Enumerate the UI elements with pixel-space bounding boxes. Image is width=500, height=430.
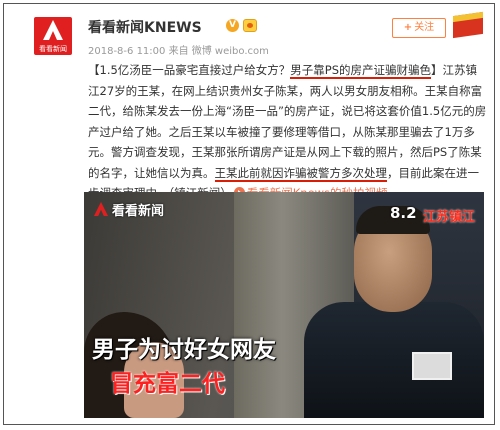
video-date: 8.2 [390,204,417,222]
video-location: 江苏镇江 [423,210,476,225]
video-caption-line1: 男子为讨好女网友 [92,337,276,363]
video-logo-text: 看看新闻 [112,204,165,219]
follow-label: 关注 [414,22,435,33]
avatar-label: 看看新闻 [39,45,67,53]
weibo-post-card: 看看新闻 看看新闻KNEWS V 2018-8-6 11:00 来自 微博 we… [3,3,495,425]
knews-logo-icon [43,20,63,40]
video-caption-line2: 冒充富二代 [110,371,225,397]
officer-body [304,302,484,418]
post-text-part: 】江苏镇江27岁的王某，在网上结识贵州女子陈某，两人以男女朋友相称。王某自称富二… [88,63,487,180]
post-highlight: 王某此前就因诈骗被警方多次处理 [214,165,387,182]
flag-icon [453,11,483,39]
follow-button[interactable]: + 关注 [392,18,446,38]
account-name[interactable]: 看看新闻KNEWS [88,17,202,37]
police-badge [412,352,452,380]
verified-icon: V [226,19,239,32]
plus-icon: + [403,22,413,33]
post-highlight: 男子靠PS的房产证骗财骗色 [290,63,432,79]
avatar[interactable]: 看看新闻 [34,17,72,55]
post-text-part: 【1.5亿汤臣一品豪宅直接过户给女方？ [88,63,291,77]
post-meta: 2018-8-6 11:00 来自 微博 weibo.com [88,46,269,57]
medal-icon [243,19,257,32]
video-logo-icon [94,202,108,216]
post-text: 【1.5亿汤臣一品豪宅直接过户给女方？男子靠PS的房产证骗财骗色】江苏镇江27岁… [88,60,488,204]
video-player[interactable]: 看看新闻 秒拍 8.2 江苏镇江 男子为讨好女网友 冒充富二代 [84,192,484,418]
